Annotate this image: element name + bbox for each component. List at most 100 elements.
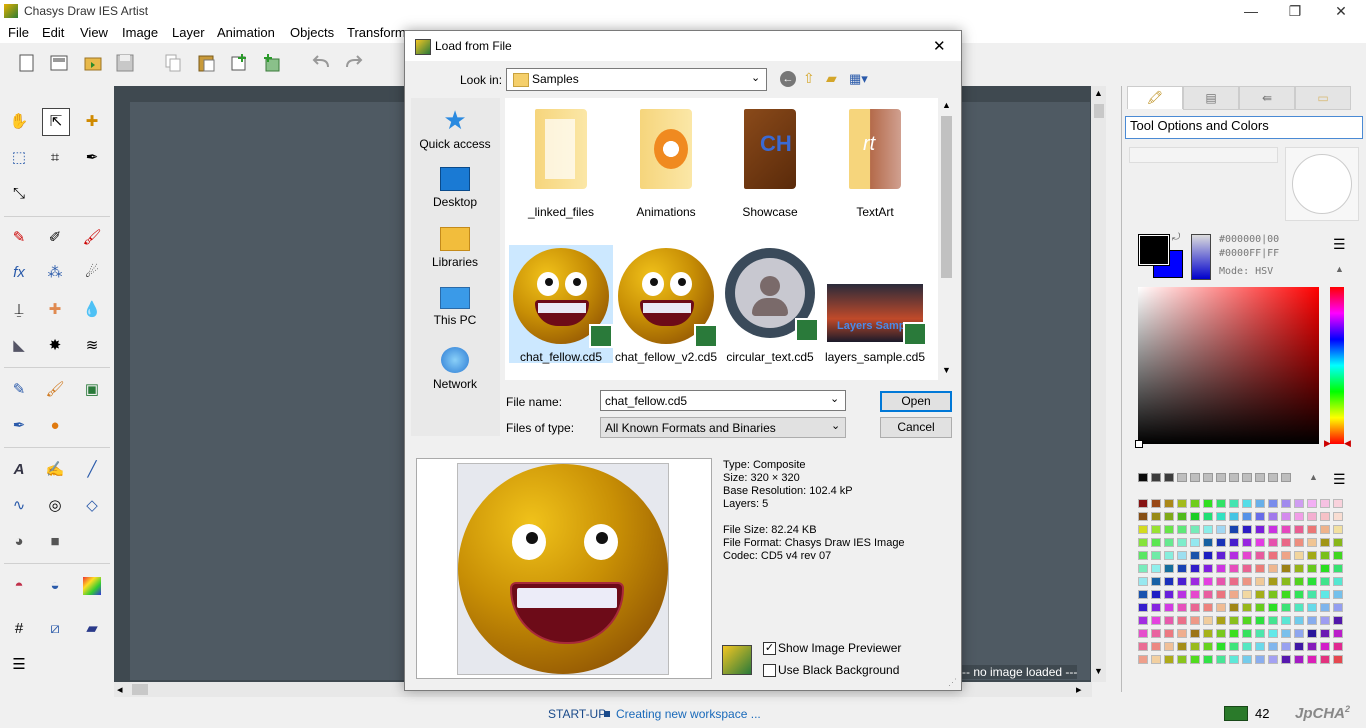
palette-swatch[interactable] [1138,551,1148,560]
palette-swatch[interactable] [1190,642,1200,651]
palette-swatch[interactable] [1229,642,1239,651]
palette-swatch[interactable] [1307,551,1317,560]
palette-swatch[interactable] [1307,629,1317,638]
palette-swatch[interactable] [1268,551,1278,560]
scroll-thumb[interactable] [132,684,148,695]
menu-icon[interactable]: ☰ [1333,236,1346,253]
open-folder-icon[interactable] [82,52,104,74]
palette-swatch[interactable] [1320,512,1330,521]
palette-swatch[interactable] [1281,564,1291,573]
black-background-checkbox[interactable] [763,664,776,677]
wave-icon[interactable]: ≋ [79,333,105,359]
palette-swatch[interactable] [1151,577,1161,586]
palette-swatch[interactable] [1177,551,1187,560]
palette-swatch[interactable] [1268,616,1278,625]
palette-swatch[interactable] [1294,525,1304,534]
palette-swatch[interactable] [1333,512,1343,521]
palette-swatch[interactable] [1203,616,1213,625]
palette-swatch[interactable] [1164,642,1174,651]
eyedropper-icon[interactable]: ✒ [79,145,105,171]
palette-swatch[interactable] [1242,590,1252,599]
palette-swatch[interactable] [1164,655,1174,664]
palette-swatch[interactable] [1151,538,1161,547]
scroll-thumb[interactable] [941,116,952,278]
palette-swatch[interactable] [1281,499,1291,508]
palette-swatch[interactable] [1307,642,1317,651]
collapse-arrow-icon[interactable]: ▲ [1335,264,1344,274]
palette-swatch[interactable] [1216,616,1226,625]
alpha-strip[interactable] [1191,234,1211,280]
palette-swatch[interactable] [1333,616,1343,625]
recent-color-swatch[interactable] [1203,473,1213,482]
palette-swatch[interactable] [1307,512,1317,521]
resize-grip-icon[interactable]: ⋰ [948,677,957,688]
palette-swatch[interactable] [1268,590,1278,599]
palette-swatch[interactable] [1281,629,1291,638]
new-layer-icon[interactable] [228,52,250,74]
show-previewer-checkbox[interactable]: ✓ [763,642,776,655]
palette-swatch[interactable] [1151,629,1161,638]
cube-icon[interactable]: ■ [42,529,68,555]
palette-swatch[interactable] [1164,629,1174,638]
palette-swatch[interactable] [1151,551,1161,560]
palette-swatch[interactable] [1190,525,1200,534]
palette-swatch[interactable] [1138,603,1148,612]
scroll-down-arrow[interactable]: ▼ [942,365,951,375]
palette-swatch[interactable] [1294,551,1304,560]
pencil-icon[interactable]: ✎ [6,225,32,251]
menu-objects[interactable]: Objects [290,25,334,40]
palette-swatch[interactable] [1138,655,1148,664]
palette-swatch[interactable] [1320,642,1330,651]
recent-color-swatch[interactable] [1164,473,1174,482]
recent-color-swatch[interactable] [1177,473,1187,482]
palette-swatch[interactable] [1242,655,1252,664]
palette-swatch[interactable] [1281,603,1291,612]
palette-swatch[interactable] [1333,499,1343,508]
palette-swatch[interactable] [1333,564,1343,573]
palette-swatch[interactable] [1203,577,1213,586]
select-tool-icon[interactable]: ⇱ [42,108,70,136]
fine-pen-icon[interactable]: ✒ [6,413,32,439]
palette-swatch[interactable] [1190,629,1200,638]
palette-swatch[interactable] [1203,538,1213,547]
palette-swatch[interactable] [1268,564,1278,573]
palette-swatch[interactable] [1177,512,1187,521]
palette-swatch[interactable] [1333,603,1343,612]
look-in-dropdown[interactable]: Samples ⌄ [506,68,767,91]
menu-transforms[interactable]: Transforms [347,25,412,40]
palette-swatch[interactable] [1333,525,1343,534]
palette-swatch[interactable] [1320,616,1330,625]
palette-swatch[interactable] [1333,538,1343,547]
copy-icon[interactable] [162,52,184,74]
palette-swatch[interactable] [1216,629,1226,638]
palette-swatch[interactable] [1229,629,1239,638]
effects-icon[interactable]: fx [6,260,32,286]
file-type-dropdown[interactable]: All Known Formats and Binaries ⌄ [600,417,846,438]
menu-edit[interactable]: Edit [42,25,64,40]
palette-swatch[interactable] [1242,499,1252,508]
palette-swatch[interactable] [1294,642,1304,651]
curve-tool-icon[interactable]: ∿ [6,493,32,519]
blue-pen-icon[interactable]: ✎ [6,377,32,403]
recent-color-swatch[interactable] [1216,473,1226,482]
stamp-icon[interactable]: ⍊ [6,297,32,323]
sphere-icon[interactable]: ● [42,413,68,439]
palette-swatch[interactable] [1190,655,1200,664]
palette-swatch[interactable] [1333,655,1343,664]
recent-color-swatch[interactable] [1255,473,1265,482]
palette-swatch[interactable] [1216,590,1226,599]
palette-menu-icon[interactable]: ☰ [1333,471,1346,488]
scroll-left-arrow[interactable]: ◂ [117,683,123,696]
swap-colors-icon[interactable]: ⤾ [1172,232,1180,243]
palette-swatch[interactable] [1333,577,1343,586]
palette-swatch[interactable] [1294,564,1304,573]
bandage-icon[interactable]: ✚ [42,297,68,323]
palette-swatch[interactable] [1281,616,1291,625]
palette-swatch[interactable] [1177,603,1187,612]
palette-swatch[interactable] [1255,551,1265,560]
palette-swatch[interactable] [1320,603,1330,612]
palette-swatch[interactable] [1164,603,1174,612]
palette-swatch[interactable] [1203,590,1213,599]
palette-swatch[interactable] [1203,642,1213,651]
palette-swatch[interactable] [1190,512,1200,521]
